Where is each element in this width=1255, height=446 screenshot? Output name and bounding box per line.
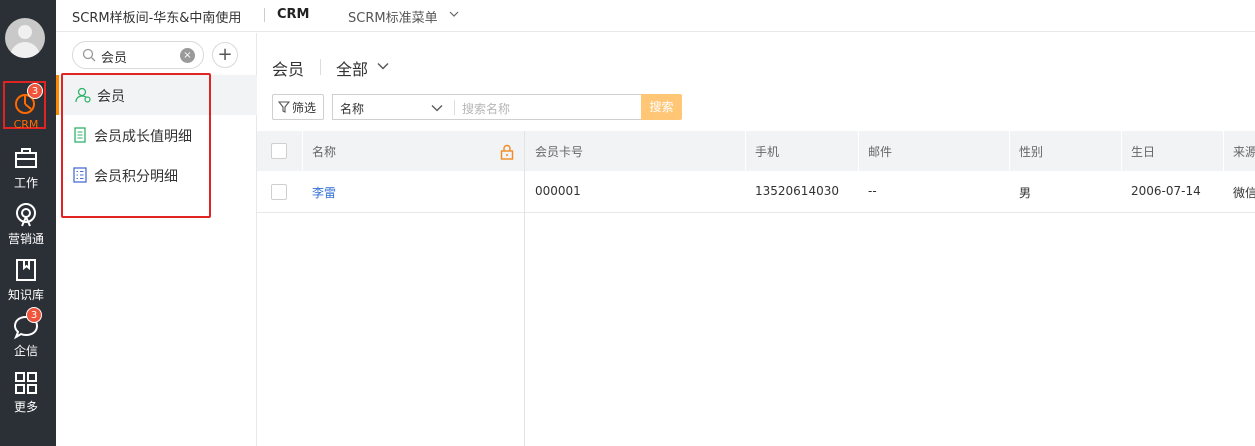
column-header-email[interactable]: 邮件 bbox=[868, 143, 892, 160]
app-name[interactable]: CRM bbox=[277, 7, 310, 22]
briefcase-icon bbox=[15, 148, 37, 168]
app-root: CRM 3 工作 营销通 知识库 企信 3 更多 SCRM样板间-华东&中南使用… bbox=[0, 0, 1255, 446]
sidebar-search-input[interactable]: 会员 × bbox=[72, 41, 204, 69]
table-row[interactable]: 李雷 000001 13520614030 -- 男 2006-07-14 微信 bbox=[257, 171, 1255, 213]
filter-label: 筛选 bbox=[292, 101, 317, 115]
member-table: 名称 会员卡号 手机 邮件 性别 生日 来源 李雷 000001 1352061… bbox=[257, 131, 1255, 446]
rail-item-more[interactable]: 更多 bbox=[0, 370, 56, 420]
rail-label-crm: CRM bbox=[13, 118, 39, 131]
member-gender: 男 bbox=[1019, 186, 1032, 200]
rail-label-more: 更多 bbox=[13, 400, 38, 414]
left-rail: CRM 3 工作 营销通 知识库 企信 3 更多 bbox=[0, 0, 56, 446]
filter-button[interactable]: 筛选 bbox=[272, 94, 324, 120]
chevron-down-icon[interactable] bbox=[377, 61, 389, 71]
member-card-no: 000001 bbox=[535, 184, 581, 198]
filter-icon bbox=[278, 101, 290, 113]
search-icon bbox=[82, 48, 96, 62]
select-all-checkbox[interactable] bbox=[271, 143, 287, 159]
grid-icon bbox=[15, 372, 37, 394]
row-checkbox[interactable] bbox=[271, 184, 287, 200]
rail-item-messaging[interactable]: 企信 bbox=[0, 314, 56, 364]
title-divider bbox=[320, 59, 321, 75]
chevron-down-icon[interactable] bbox=[449, 9, 459, 19]
search-button[interactable]: 搜索 bbox=[641, 94, 682, 120]
messaging-badge: 3 bbox=[26, 307, 42, 323]
member-phone: 13520614030 bbox=[755, 184, 839, 198]
lock-icon[interactable] bbox=[500, 144, 514, 160]
add-button[interactable]: + bbox=[212, 42, 238, 68]
search-input[interactable]: 搜索名称 bbox=[454, 94, 641, 120]
broadcast-icon bbox=[16, 203, 36, 227]
column-header-birthday[interactable]: 生日 bbox=[1131, 143, 1155, 160]
rail-item-crm[interactable]: CRM bbox=[0, 90, 56, 140]
rail-item-marketing[interactable]: 营销通 bbox=[0, 202, 56, 252]
table-header: 名称 会员卡号 手机 邮件 性别 生日 来源 bbox=[257, 131, 1255, 171]
column-header-card-no[interactable]: 会员卡号 bbox=[535, 143, 583, 160]
member-source: 微信 bbox=[1233, 186, 1255, 200]
sidebar-highlight-box bbox=[61, 73, 211, 218]
frozen-column-divider bbox=[524, 131, 525, 446]
menu-switcher[interactable]: SCRM标准菜单 bbox=[348, 7, 438, 26]
rail-label-marketing: 营销通 bbox=[7, 232, 44, 246]
search-placeholder: 搜索名称 bbox=[462, 102, 511, 116]
column-header-source[interactable]: 来源 bbox=[1233, 143, 1255, 160]
rail-label-work: 工作 bbox=[13, 176, 38, 190]
rail-item-work[interactable]: 工作 bbox=[0, 146, 56, 196]
column-header-gender[interactable]: 性别 bbox=[1019, 143, 1043, 160]
column-header-name[interactable]: 名称 bbox=[312, 143, 336, 160]
tenant-name[interactable]: SCRM样板间-华东&中南使用 bbox=[72, 7, 241, 26]
member-name-link[interactable]: 李雷 bbox=[312, 184, 336, 201]
object-title: 会员 bbox=[272, 60, 305, 79]
search-field-select[interactable]: 名称 bbox=[332, 94, 454, 120]
search-field-value: 名称 bbox=[340, 102, 365, 116]
rail-item-knowledge[interactable]: 知识库 bbox=[0, 258, 56, 308]
clear-icon[interactable]: × bbox=[180, 48, 195, 63]
avatar[interactable] bbox=[5, 18, 45, 58]
rail-label-knowledge: 知识库 bbox=[7, 288, 44, 302]
rail-label-messaging: 企信 bbox=[13, 344, 38, 358]
topbar-divider bbox=[264, 8, 265, 22]
sidebar-search-value: 会员 bbox=[101, 51, 128, 66]
column-header-phone[interactable]: 手机 bbox=[755, 143, 779, 160]
view-selector[interactable]: 全部 bbox=[336, 56, 368, 80]
chevron-down-icon bbox=[431, 105, 443, 112]
main-content: 会员 全部 筛选 名称 搜索名称 搜索 名称 会员卡号 手机 邮件 性别 生日 … bbox=[257, 33, 1255, 446]
top-bar: SCRM样板间-华东&中南使用 CRM SCRM标准菜单 bbox=[56, 0, 1255, 32]
object-sidebar: 会员 × + 会员 会员成长值明细 会员积分明细 bbox=[56, 33, 257, 446]
book-icon bbox=[16, 259, 36, 281]
member-email: -- bbox=[868, 184, 877, 198]
member-birthday: 2006-07-14 bbox=[1131, 184, 1201, 198]
crm-badge: 3 bbox=[27, 83, 43, 99]
